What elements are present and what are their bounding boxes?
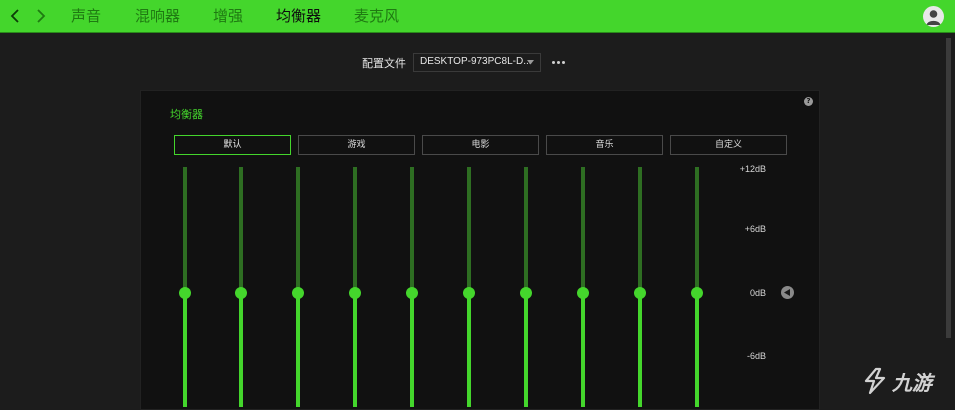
chevron-left-icon [10,9,19,23]
reset-button[interactable] [781,286,794,299]
scrollbar-thumb[interactable] [946,38,951,338]
more-dots-icon [551,60,555,64]
eq-slider-knob[interactable] [406,287,418,299]
tab-equalizer[interactable]: 均衡器 [276,0,321,32]
preset-movie-button[interactable]: 电影 [422,135,539,155]
eq-slider-fill [638,293,642,407]
db-label-plus12: +12dB [739,164,766,174]
eq-slider-knob[interactable] [349,287,361,299]
reset-arrow-icon [784,289,790,296]
watermark-logo: 九游 [862,366,932,396]
eq-slider-knob[interactable] [634,287,646,299]
eq-band-slider-4[interactable] [349,167,361,407]
preset-default-button[interactable]: 默认 [174,135,291,155]
eq-slider-fill [410,293,414,407]
tab-enhancement[interactable]: 增强 [213,0,243,32]
more-dots-icon [556,60,560,64]
db-label-zero: 0dB [749,288,766,298]
page-scrollbar[interactable] [946,38,951,338]
eq-slider-knob[interactable] [577,287,589,299]
top-nav-bar: 声音 混响器 增强 均衡器 麦克风 [0,0,955,33]
back-button[interactable] [5,6,25,26]
preset-game-button[interactable]: 游戏 [298,135,415,155]
help-icon[interactable]: ? [804,97,813,106]
eq-slider-fill [695,293,699,407]
eq-slider-fill [467,293,471,407]
equalizer-title: 均衡器 [170,108,203,121]
forward-button[interactable] [31,6,51,26]
user-avatar-button[interactable] [923,6,944,27]
tab-mixer[interactable]: 混响器 [135,0,180,32]
tab-sound[interactable]: 声音 [71,0,101,32]
eq-slider-fill [524,293,528,407]
eq-band-slider-3[interactable] [292,167,304,407]
eq-slider-fill [239,293,243,407]
eq-slider-fill [183,293,187,407]
watermark-logo-icon [864,367,886,395]
eq-slider-fill [296,293,300,407]
eq-slider-knob[interactable] [463,287,475,299]
eq-band-slider-7[interactable] [520,167,532,407]
eq-band-slider-8[interactable] [577,167,589,407]
eq-band-slider-5[interactable] [406,167,418,407]
eq-slider-fill [581,293,585,407]
profile-dropdown-value: DESKTOP-973PC8L-D... [420,56,532,67]
eq-slider-knob[interactable] [179,287,191,299]
chevron-right-icon [37,9,46,23]
eq-band-slider-1[interactable] [179,167,191,407]
tab-microphone[interactable]: 麦克风 [354,0,399,32]
preset-music-button[interactable]: 音乐 [546,135,663,155]
eq-band-slider-10[interactable] [691,167,703,407]
preset-custom-button[interactable]: 自定义 [670,135,787,155]
user-avatar-icon [926,10,941,25]
eq-slider-knob[interactable] [235,287,247,299]
eq-slider-knob[interactable] [292,287,304,299]
chevron-down-icon [527,60,534,65]
eq-band-slider-6[interactable] [463,167,475,407]
watermark-text: 九游 [892,370,932,395]
more-options-button[interactable] [551,56,565,68]
profile-dropdown[interactable]: DESKTOP-973PC8L-D... [413,53,541,72]
eq-slider-fill [353,293,357,407]
more-dots-icon [561,60,565,64]
eq-slider-knob[interactable] [691,287,703,299]
eq-band-slider-9[interactable] [634,167,646,407]
db-label-minus6: -6dB [746,351,766,361]
profile-label: 配置文件 [362,57,406,70]
db-label-plus6: +6dB [744,224,766,234]
eq-slider-knob[interactable] [520,287,532,299]
eq-band-slider-2[interactable] [235,167,247,407]
